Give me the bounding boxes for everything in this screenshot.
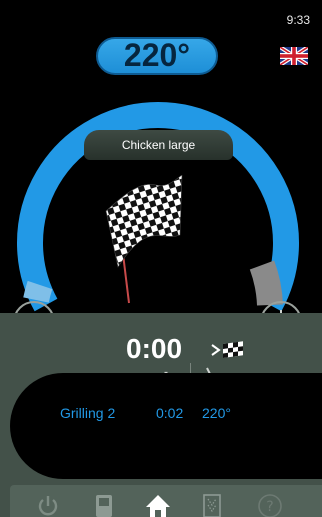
cleaning-button[interactable] (198, 492, 226, 517)
svg-text:?: ? (266, 499, 273, 515)
help-icon: ? (258, 494, 282, 517)
remaining-time: 0:00 (126, 333, 183, 364)
recipe-book-icon (96, 495, 112, 517)
cooking-steps-list[interactable] (10, 373, 322, 479)
step-name: Grilling 2 (60, 405, 116, 421)
home-icon (146, 495, 170, 517)
checkered-finish-flag-icon (105, 175, 183, 304)
power-button[interactable] (34, 492, 62, 517)
program-name-label[interactable]: Chicken large (84, 130, 233, 160)
step-time: 0:02 (156, 405, 184, 421)
power-icon (38, 496, 58, 516)
step-temperature: 220° (202, 405, 231, 421)
oven-control-screen: 9:33 220° Chicken large 0:00 Grilling 2 … (0, 0, 322, 517)
help-button[interactable]: ? (256, 492, 284, 517)
progress-arc-end (249, 260, 283, 306)
skip-to-finish-icon[interactable] (210, 341, 244, 359)
recipe-book-button[interactable] (90, 492, 118, 517)
left-edge-strip (0, 479, 10, 517)
home-button[interactable] (144, 492, 172, 517)
cleaning-icon (203, 494, 221, 517)
